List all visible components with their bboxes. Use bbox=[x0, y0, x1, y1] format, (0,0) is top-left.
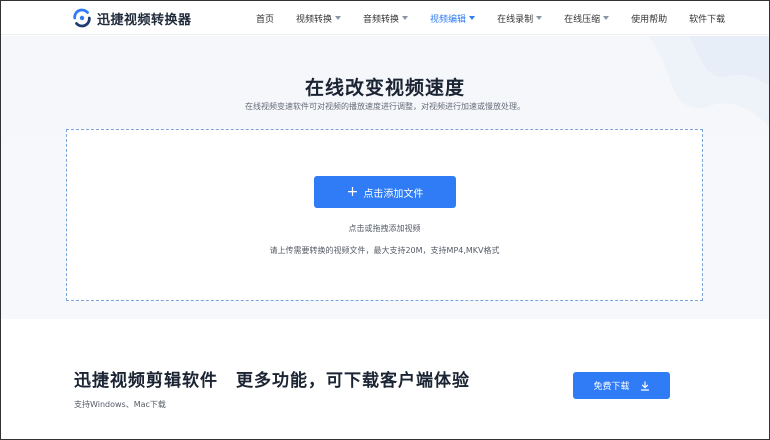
nav-label: 音频转换 bbox=[363, 14, 400, 25]
main-nav: 首页 视频转换 音频转换 视频编辑 在线录制 在线压缩 使用帮助 软件下载 bbox=[256, 1, 747, 35]
nav-item-home[interactable]: 首页 bbox=[256, 12, 274, 25]
promo-title-tagline: 更多功能，可下载客户端体验 bbox=[236, 371, 470, 391]
promo-title: 迅捷视频剪辑软件 更多功能，可下载客户端体验 bbox=[74, 366, 470, 391]
chevron-down-icon bbox=[536, 16, 543, 20]
hero-section: 在线改变视频速度 在线视频变速软件可对视频的播放速度进行调整，对视频进行加速或慢… bbox=[1, 36, 769, 319]
download-label: 免费下载 bbox=[593, 382, 630, 392]
chevron-down-icon bbox=[469, 16, 476, 20]
add-file-label: 点击添加文件 bbox=[363, 188, 424, 200]
nav-item-video-convert[interactable]: 视频转换 bbox=[296, 12, 342, 25]
page-subtitle: 在线视频变速软件可对视频的播放速度进行调整，对视频进行加速或慢放处理。 bbox=[245, 102, 525, 111]
drag-hint: 点击或拖拽添加视频 bbox=[348, 224, 421, 233]
format-hint: 请上传需要转换的视频文件，最大支持20M，支持MP4,MKV格式 bbox=[269, 246, 500, 255]
chevron-down-icon bbox=[335, 16, 342, 20]
chevron-down-icon bbox=[402, 16, 409, 20]
nav-label: 首页 bbox=[256, 14, 275, 25]
nav-label: 使用帮助 bbox=[631, 14, 668, 25]
promo-subtitle: 支持Windows、Mac下载 bbox=[74, 400, 166, 409]
nav-item-online-compress[interactable]: 在线压缩 bbox=[564, 12, 610, 25]
promo-title-product: 迅捷视频剪辑软件 bbox=[74, 371, 218, 391]
page-title: 在线改变视频速度 bbox=[304, 77, 465, 99]
nav-item-software-download[interactable]: 软件下载 bbox=[689, 12, 725, 25]
nav-item-audio-convert[interactable]: 音频转换 bbox=[363, 12, 409, 25]
nav-item-help[interactable]: 使用帮助 bbox=[631, 12, 667, 25]
chevron-down-icon bbox=[603, 16, 610, 20]
download-arrow-icon bbox=[640, 380, 649, 391]
nav-label: 在线录制 bbox=[497, 14, 534, 25]
nav-label: 在线压缩 bbox=[564, 14, 601, 25]
add-file-button[interactable]: + 点击添加文件 bbox=[314, 176, 456, 208]
nav-label: 软件下载 bbox=[689, 14, 726, 25]
brand-logo[interactable]: 迅捷视频转换器 bbox=[71, 7, 192, 29]
brand-name: 迅捷视频转换器 bbox=[97, 12, 192, 28]
nav-label: 视频编辑 bbox=[430, 14, 467, 25]
top-navigation-bar: 迅捷视频转换器 首页 视频转换 音频转换 视频编辑 在线录制 在线压缩 使用帮助 bbox=[1, 1, 769, 35]
free-download-button[interactable]: 免费下载 bbox=[573, 372, 670, 399]
swirl-logo-icon bbox=[73, 8, 91, 28]
promo-section: 迅捷视频剪辑软件 更多功能，可下载客户端体验 支持Windows、Mac下载 免费… bbox=[1, 319, 769, 439]
nav-item-video-edit[interactable]: 视频编辑 bbox=[430, 12, 476, 25]
nav-item-online-record[interactable]: 在线录制 bbox=[497, 12, 543, 25]
upload-dropzone[interactable]: + 点击添加文件 点击或拖拽添加视频 请上传需要转换的视频文件，最大支持20M，… bbox=[66, 129, 703, 301]
plus-icon: + bbox=[346, 184, 359, 200]
nav-label: 视频转换 bbox=[296, 14, 333, 25]
